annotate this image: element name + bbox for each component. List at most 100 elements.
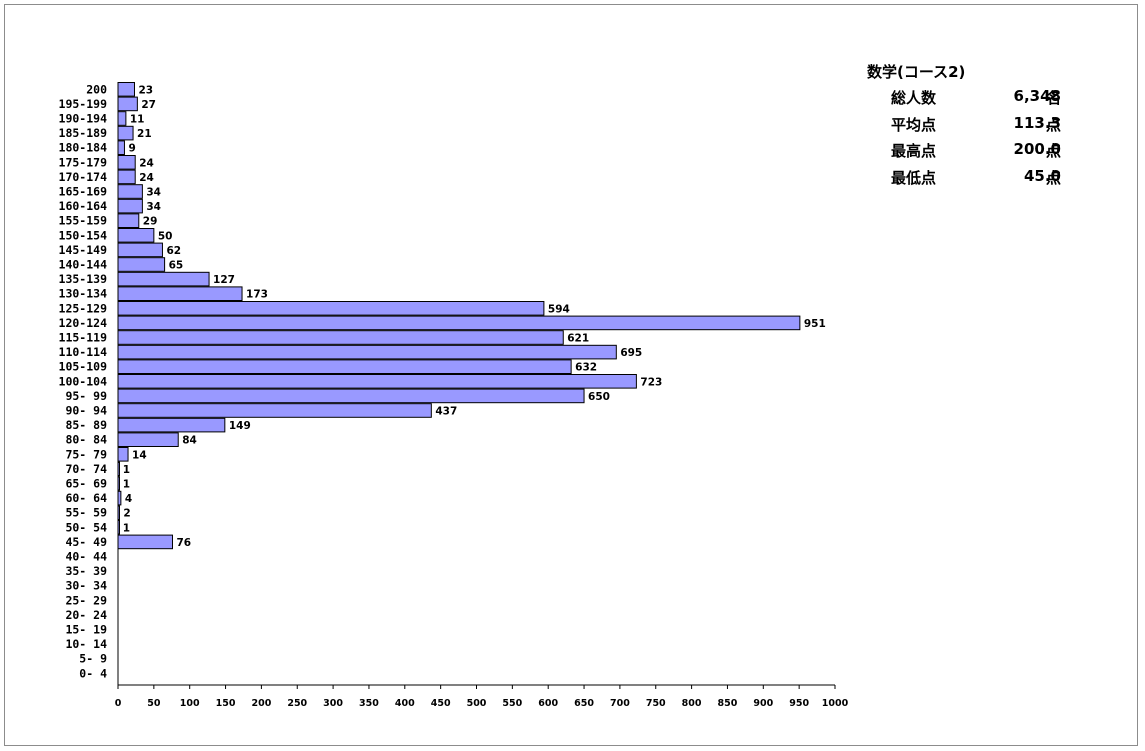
stat-label-total: 総人数	[891, 89, 937, 107]
y-tick-label: 40- 44	[65, 550, 107, 564]
stat-value-min: 45.0	[1023, 167, 1061, 185]
y-tick-label: 15- 19	[65, 623, 107, 637]
data-label: 951	[804, 318, 826, 330]
y-tick-label: 95- 99	[65, 389, 107, 403]
bar	[117, 257, 166, 272]
data-label: 24	[139, 172, 154, 184]
data-label: 27	[141, 99, 156, 111]
bar	[117, 374, 637, 389]
y-tick-label: 145-149	[59, 243, 108, 257]
bar	[117, 447, 129, 462]
y-tick-label: 70- 74	[65, 462, 107, 476]
x-tick-label: 650	[574, 698, 594, 709]
x-tick-label: 550	[502, 698, 522, 709]
data-label: 2	[123, 508, 130, 520]
x-tick-label: 800	[682, 698, 702, 709]
y-tick-label: 120-124	[59, 316, 108, 330]
y-tick-label: 135-139	[59, 272, 108, 286]
stat-value-max: 200.0	[1013, 140, 1061, 158]
y-tick-label: 90- 94	[65, 404, 107, 418]
data-label: 594	[548, 303, 570, 315]
data-label: 127	[213, 274, 235, 286]
bar	[117, 184, 143, 199]
data-label: 62	[166, 245, 181, 257]
data-label: 149	[229, 420, 251, 432]
stat-unit-min: 点	[1046, 169, 1062, 187]
bar	[117, 155, 136, 170]
y-tick-label: 190-194	[59, 112, 108, 126]
bar	[117, 82, 135, 97]
data-label: 4	[125, 493, 132, 505]
x-tick-label: 250	[287, 698, 307, 709]
y-tick-label: 0- 4	[79, 666, 107, 680]
stats-title: 数学(コース2)	[867, 63, 966, 81]
data-label: 173	[246, 289, 268, 301]
bar	[117, 111, 127, 126]
x-tick-label: 0	[115, 698, 122, 709]
data-label: 9	[128, 143, 135, 155]
bar	[117, 125, 134, 141]
bar	[117, 417, 226, 433]
bar	[117, 344, 617, 360]
x-tick-label: 950	[789, 698, 809, 709]
y-tick-label: 170-174	[59, 170, 108, 184]
y-tick-label: 75- 79	[65, 447, 107, 461]
stat-label-min: 最低点	[891, 169, 937, 187]
x-tick-label: 100	[180, 698, 200, 709]
bar	[117, 330, 564, 345]
stat-value-total: 6,348	[1013, 87, 1061, 105]
y-tick-label: 110-114	[59, 345, 108, 359]
data-label: 621	[567, 333, 589, 345]
y-tick-label: 175-179	[59, 155, 108, 169]
y-tick-label: 80- 84	[65, 433, 107, 447]
y-tick-label: 185-189	[59, 126, 108, 140]
x-tick-label: 900	[753, 698, 773, 709]
y-tick-label: 165-169	[59, 185, 108, 199]
bar	[117, 96, 138, 112]
y-tick-label: 160-164	[59, 199, 108, 213]
data-label: 437	[435, 406, 457, 418]
y-tick-label: 50- 54	[65, 520, 107, 534]
bar	[117, 534, 173, 550]
bar	[117, 228, 155, 243]
y-tick-label: 10- 14	[65, 637, 107, 651]
data-label: 50	[158, 230, 173, 242]
y-tick-label: 85- 89	[65, 418, 107, 432]
data-label: 1	[123, 522, 130, 534]
y-tick-label: 180-184	[59, 141, 108, 155]
data-label: 650	[588, 391, 610, 403]
data-label: 723	[640, 376, 662, 388]
y-tick-label: 65- 69	[65, 477, 107, 491]
data-label: 1	[123, 464, 130, 476]
y-tick-label: 200	[86, 82, 107, 96]
y-tick-label: 125-129	[59, 301, 108, 315]
data-label: 1	[123, 479, 130, 491]
y-tick-label: 5- 9	[79, 652, 107, 666]
x-tick-label: 850	[718, 698, 738, 709]
x-tick-label: 1000	[822, 698, 849, 709]
x-tick-label: 500	[467, 698, 487, 709]
stat-unit-total: 名	[1046, 89, 1062, 107]
bar	[117, 198, 143, 214]
y-tick-label: 195-199	[59, 97, 108, 111]
bar	[117, 432, 179, 447]
y-tick-label: 115-119	[59, 331, 108, 345]
data-label: 34	[146, 187, 161, 199]
bar	[117, 140, 125, 155]
stat-unit-average: 点	[1046, 116, 1062, 134]
bar	[117, 359, 572, 374]
bar	[117, 242, 163, 258]
y-tick-label: 20- 24	[65, 608, 107, 622]
stat-unit-max: 点	[1046, 142, 1062, 160]
x-tick-label: 200	[251, 698, 271, 709]
y-tick-label: 105-109	[59, 360, 108, 374]
y-tick-label: 55- 59	[65, 506, 107, 520]
data-label: 24	[139, 157, 154, 169]
y-tick-label: 25- 29	[65, 593, 107, 607]
data-label: 632	[575, 362, 597, 374]
x-tick-label: 300	[323, 698, 343, 709]
bar	[117, 169, 136, 185]
y-tick-label: 155-159	[59, 214, 108, 228]
stat-value-average: 113.3	[1013, 114, 1061, 132]
x-tick-label: 450	[431, 698, 451, 709]
